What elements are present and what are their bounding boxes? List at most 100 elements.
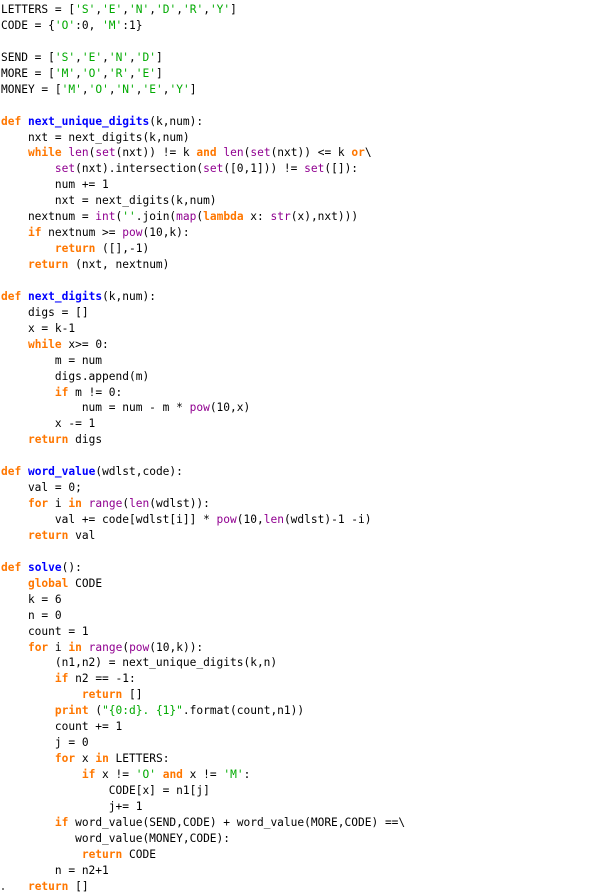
- code-token-st: 'M': [223, 768, 244, 781]
- code-line: nxt = next_digits(k,num): [1, 193, 595, 209]
- code-token-pl: ([0,1])) !=: [223, 162, 305, 176]
- code-token-kw: return: [27, 528, 69, 542]
- code-token-pl: ,: [129, 66, 136, 80]
- code-token-bi: range: [88, 497, 123, 511]
- code-token-pl: MORE = [: [1, 66, 55, 80]
- code-line: def next_digits(k,num):: [1, 289, 595, 305]
- code-viewer[interactable]: LETTERS = ['S','E','N','D','R','Y'] CODE …: [0, 0, 595, 895]
- code-token-pl: (nxt, nextnum): [68, 258, 170, 271]
- code-token-bi: pow: [189, 401, 210, 415]
- code-token-pl: (nxt)) <= k: [270, 146, 352, 160]
- code-token-pl: n = n2+1: [1, 863, 109, 877]
- code-token-st: 'E': [135, 66, 157, 80]
- code-line: k = 6: [1, 592, 595, 608]
- code-token-bi: map: [176, 210, 197, 224]
- code-token-pl: (10,k)):: [149, 640, 204, 654]
- code-token-fn: solve: [27, 560, 62, 574]
- code-token-pl: digs = []: [1, 305, 89, 319]
- code-token-kw: return: [27, 433, 69, 447]
- code-line: if nextnum >= pow(10,k):: [1, 225, 595, 241]
- code-token-pl: :1}: [122, 18, 143, 32]
- code-token-pl: (x),nxt))): [290, 210, 359, 224]
- trailing-dot-artifact: [2, 888, 4, 890]
- code-token-pl: (wdlst,code):: [95, 465, 183, 479]
- code-line: digs = []: [1, 305, 595, 321]
- code-token-st: 'D': [135, 50, 157, 64]
- code-line: num += 1: [1, 177, 595, 193]
- code-line: word_value(MONEY,CODE):: [1, 831, 595, 847]
- code-token-pl: count = 1: [1, 624, 89, 638]
- code-token-pl: num += 1: [1, 178, 109, 192]
- code-line: if word_value(SEND,CODE) + word_value(MO…: [1, 815, 595, 831]
- code-token-pl: ,: [81, 82, 89, 96]
- code-token-pl: CODE: [68, 576, 103, 590]
- code-token-pl: j+= 1: [1, 799, 143, 813]
- code-line: (n1,n2) = next_unique_digits(k,n): [1, 655, 595, 671]
- code-token-pl: ([],-1): [95, 242, 150, 256]
- code-token-kw: global: [27, 576, 69, 590]
- code-line: return ([],-1): [1, 241, 595, 257]
- code-token-pl: digs: [68, 433, 103, 447]
- code-token-pl: k = 6: [1, 592, 62, 606]
- code-token-pl: ,: [102, 50, 109, 64]
- code-line: return val: [1, 528, 595, 544]
- code-token-pl: n2 == -1:: [68, 672, 136, 686]
- code-line: for i in range(len(wdlst)):: [1, 496, 595, 512]
- code-token-pl: LETTERS = [: [1, 3, 76, 16]
- code-token-kw: and: [196, 146, 217, 160]
- code-token-st: 'N': [115, 82, 136, 96]
- code-token-pl: ]: [156, 50, 163, 64]
- code-token-kw: and: [162, 768, 183, 781]
- code-line: nextnum = int(''.join(map(lambda x: str(…: [1, 209, 595, 225]
- code-line: def word_value(wdlst,code):: [1, 464, 595, 480]
- code-token-bi: str: [270, 210, 291, 224]
- code-token-bi: pow: [122, 226, 143, 240]
- code-token-kw: def: [1, 465, 22, 479]
- code-token-pl: (nxt).intersection(: [75, 162, 204, 176]
- code-token-kw: if: [54, 815, 69, 829]
- code-token-kw: if: [54, 672, 69, 686]
- code-token-pl: ,: [75, 50, 82, 64]
- code-token-pl: (n1,n2) = next_unique_digits(k,n): [1, 656, 278, 670]
- code-line: return []: [1, 879, 595, 895]
- code-token-st: 'S': [75, 3, 96, 16]
- code-token-st: '': [122, 210, 136, 224]
- code-token-pl: .join(: [135, 210, 177, 224]
- code-token-kw: return: [27, 258, 69, 271]
- code-token-st: 'M': [102, 18, 123, 32]
- code-token-kw: return: [81, 688, 123, 702]
- code-token-st: 'O': [81, 66, 103, 80]
- code-token-pl: val: [68, 528, 96, 542]
- code-token-pl: ]: [189, 82, 197, 96]
- code-line: val = 0;: [1, 480, 595, 496]
- code-line: MORE = ['M','O','R','E']: [1, 66, 595, 82]
- code-token-pl: ,: [75, 66, 82, 80]
- code-token-pl: (10,k):: [142, 226, 190, 240]
- code-token-pl: ,: [135, 82, 143, 96]
- code-line: print ("{0:d}. {1}".format(count,n1)): [1, 703, 595, 719]
- code-token-kw: in: [68, 497, 82, 511]
- code-token-pl: []: [68, 879, 89, 893]
- code-line: m = num: [1, 353, 595, 369]
- code-token-bi: pow: [129, 640, 150, 654]
- code-line: nxt = next_digits(k,num): [1, 130, 595, 146]
- code-token-pl: ,: [176, 3, 183, 16]
- code-token-pl: (: [88, 704, 103, 718]
- code-token-kw: return: [27, 879, 69, 893]
- code-line: x = k-1: [1, 321, 595, 337]
- code-token-fn: next_digits: [27, 289, 103, 303]
- code-token-kw: def: [1, 114, 22, 128]
- code-token-pl: word_value(SEND,CODE) + word_value(MORE,…: [68, 815, 406, 829]
- code-line: return []: [1, 687, 595, 703]
- code-token-pl: word_value(MONEY,CODE):: [1, 831, 231, 845]
- code-line: LETTERS = ['S','E','N','D','R','Y']: [1, 2, 595, 18]
- code-token-pl: m != 0:: [68, 385, 123, 399]
